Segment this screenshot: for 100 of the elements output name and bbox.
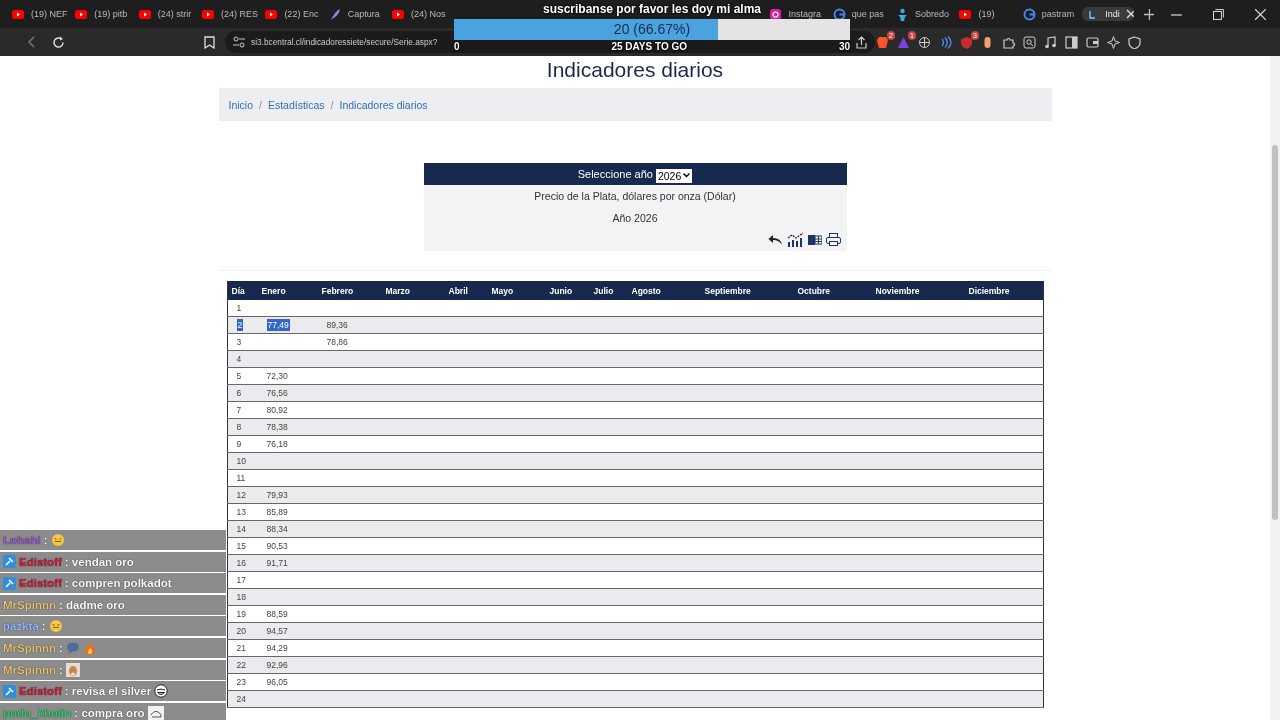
column-header: Septiembre (700, 281, 794, 300)
breadcrumb-separator: / (330, 98, 334, 111)
table-cell: 89,36 (326, 320, 348, 330)
table-cell: 11 (236, 473, 246, 483)
browser-tab[interactable]: (24) strir (134, 7, 199, 21)
sidebar-icon[interactable] (1065, 35, 1078, 49)
column-header: Julio (589, 281, 628, 300)
goal-start: 0 (454, 40, 460, 53)
table-cell: 17 (236, 575, 246, 585)
back-arrow-icon[interactable] (767, 233, 783, 246)
laughing-face-icon (154, 684, 169, 699)
table-cell: 85,89 (266, 507, 288, 517)
browser-tab[interactable]: que pas (828, 7, 893, 21)
table-cell: 80,92 (266, 405, 288, 415)
flame-icon (82, 640, 97, 655)
close-icon[interactable] (1255, 8, 1267, 20)
puzzle-icon[interactable] (1002, 35, 1015, 49)
feather-icon (328, 7, 342, 21)
table-cell: 96,05 (266, 677, 288, 687)
table-cell: 3 (236, 337, 242, 347)
browser-tab[interactable]: (24) RES (198, 7, 262, 21)
goal-remaining: 25 DAYS TO GO (611, 40, 687, 53)
chat-username: Lohshi (3, 534, 41, 546)
column-header: Noviembre (871, 281, 965, 300)
chevron-down-icon (683, 173, 691, 178)
table-cell: 10 (236, 456, 246, 466)
year-dropdown[interactable]: 2026 (655, 168, 693, 183)
music-note-icon[interactable] (1044, 35, 1057, 49)
table-cell: 90,53 (266, 541, 288, 551)
close-icon[interactable] (1125, 9, 1134, 19)
table-cell: 16 (236, 558, 246, 568)
share-icon[interactable] (855, 35, 868, 49)
back-icon[interactable] (26, 36, 38, 48)
bookmark-icon[interactable] (204, 35, 215, 49)
browser-tab[interactable]: (24) Nos (388, 7, 452, 21)
browser-tab[interactable]: (22) Enc (261, 7, 325, 21)
triangle-icon[interactable] (897, 35, 910, 49)
table-cell: 91,71 (266, 558, 288, 568)
browser-tab[interactable]: (19) pitb (71, 7, 135, 21)
g-logo-icon (1022, 7, 1036, 21)
browser-tab[interactable]: pastram (1018, 7, 1083, 21)
table-cell: 7 (236, 405, 242, 415)
table-cell: 79,93 (266, 490, 288, 500)
chat-text: : revisa el silver (64, 685, 152, 698)
table-cell: 1 (236, 303, 242, 313)
chat-text: : dadme oro (59, 598, 125, 611)
browser-tab[interactable]: Indi (1082, 7, 1134, 21)
browser-tab[interactable]: Sobredo (892, 7, 956, 21)
video-play-icon (202, 7, 216, 21)
table-cell: 77,49 (266, 319, 290, 331)
column-header: Día (227, 281, 258, 300)
browser-tab[interactable]: (19) NEF (8, 7, 72, 21)
breadcrumb-separator: / (259, 98, 262, 111)
site-info-icon[interactable] (233, 36, 245, 48)
sparkle-icon[interactable] (1107, 35, 1120, 49)
translate-icon[interactable] (918, 35, 931, 49)
table-cell: 94,57 (266, 626, 288, 636)
spreadsheet-icon[interactable] (807, 233, 822, 246)
table-cell: 19 (236, 609, 246, 619)
browser-tab[interactable]: Captura (324, 7, 389, 21)
chat-text: : compren polkadot (64, 577, 172, 590)
plus-icon[interactable] (1143, 8, 1155, 20)
scroll-thumb[interactable] (1272, 145, 1278, 520)
table-cell: 6 (236, 388, 242, 398)
breadcrumb-link[interactable]: Inicio (228, 98, 253, 111)
moderator-badge-icon (3, 576, 16, 590)
g-logo-icon (832, 7, 846, 21)
video-play-icon (12, 7, 25, 21)
table-cell: 4 (236, 354, 242, 364)
waves-icon[interactable] (939, 35, 952, 49)
table-cell: 88,34 (266, 524, 288, 534)
chat-username: MrSpinnn (3, 663, 57, 676)
table-cell: 76,56 (266, 388, 288, 398)
browser-tab[interactable]: Instagra (765, 7, 829, 21)
chart-icon[interactable] (786, 232, 804, 247)
breadcrumb-link[interactable]: Estadísticas (267, 98, 325, 111)
video-play-icon (959, 7, 973, 21)
restore-icon[interactable] (1213, 8, 1225, 20)
table-cell: 22 (236, 660, 246, 670)
table-cell: 78,38 (266, 422, 288, 432)
wallet-icon[interactable] (1086, 35, 1099, 49)
column-header: Enero (257, 281, 318, 300)
scrollbar[interactable] (1270, 56, 1280, 720)
table-cell: 20 (236, 626, 246, 636)
camera-icon (769, 7, 783, 21)
table-cell: 18 (236, 592, 246, 602)
reload-icon[interactable] (52, 35, 65, 49)
table-cell: 2 (236, 319, 244, 331)
figure-icon (896, 7, 910, 21)
video-play-icon (392, 7, 406, 21)
chat-username: pazkta (3, 620, 39, 633)
search-icon[interactable] (1023, 35, 1036, 49)
breadcrumb-link[interactable]: Indicadores diarios (339, 98, 428, 111)
table-cell: 9 (236, 439, 242, 449)
table-cell: 78,86 (326, 337, 348, 347)
shield-icon[interactable] (1128, 35, 1141, 49)
browser-tab[interactable]: (19) (955, 7, 1019, 21)
column-header: Octubre (793, 281, 872, 300)
printer-icon[interactable] (825, 233, 841, 246)
table-cell: 8 (236, 422, 242, 432)
